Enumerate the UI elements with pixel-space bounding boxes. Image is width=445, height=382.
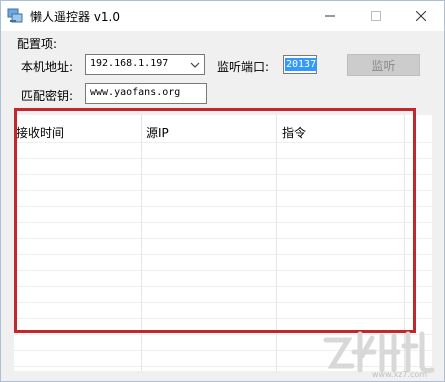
table-row[interactable] — [14, 222, 432, 223]
column-header-command[interactable]: 指令 — [282, 124, 306, 141]
table-row[interactable] — [14, 286, 432, 287]
config-group-label: 配置项: — [17, 37, 58, 51]
maximize-icon — [371, 11, 381, 21]
match-key-label: 匹配密钥: — [21, 89, 74, 103]
window-title: 懒人遥控器 v1.0 — [30, 10, 121, 24]
match-key-input[interactable]: www.yaofans.org — [85, 83, 207, 104]
table-row[interactable] — [14, 158, 432, 159]
listen-port-label: 监听端口: — [217, 60, 270, 74]
watermark-url: www.xz7.com — [372, 370, 428, 379]
local-address-value: 192.168.1.197 — [90, 58, 169, 69]
table-row[interactable] — [14, 206, 432, 207]
table-row[interactable] — [14, 270, 432, 271]
local-address-select[interactable]: 192.168.1.197 — [85, 54, 205, 75]
column-divider[interactable] — [276, 115, 277, 371]
column-header-receive-time[interactable]: 接收时间 — [16, 124, 64, 141]
column-divider[interactable] — [141, 115, 142, 371]
listen-button[interactable]: 监听 — [347, 54, 420, 76]
local-address-label: 本机地址: — [21, 60, 74, 74]
table-row[interactable] — [14, 254, 432, 255]
close-icon — [416, 11, 426, 21]
column-header-source-ip[interactable]: 源IP — [146, 124, 169, 141]
minimize-icon — [325, 15, 335, 17]
table-row[interactable] — [14, 318, 432, 319]
maximize-button[interactable] — [353, 1, 399, 31]
computer-remote-icon — [6, 7, 24, 25]
table-row[interactable] — [14, 142, 432, 143]
table-row[interactable] — [14, 174, 432, 175]
table-row[interactable] — [14, 190, 432, 191]
listen-port-input[interactable]: 20137 — [283, 55, 318, 74]
table-row[interactable] — [14, 238, 432, 239]
close-button[interactable] — [398, 1, 444, 31]
chevron-down-icon[interactable] — [188, 57, 202, 72]
listen-port-value: 20137 — [285, 58, 318, 71]
minimize-button[interactable] — [307, 1, 353, 31]
match-key-value: www.yaofans.org — [90, 87, 181, 98]
table-row[interactable] — [14, 302, 432, 303]
title-bar[interactable]: 懒人遥控器 v1.0 — [1, 1, 444, 31]
